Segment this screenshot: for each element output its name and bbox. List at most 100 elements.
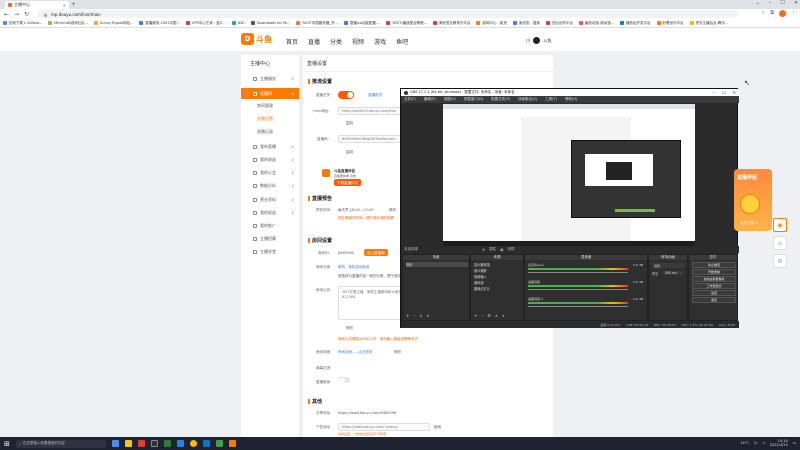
- companion-promo-banner[interactable]: 直播伴侣 点击下载 >: [734, 169, 772, 231]
- source-item[interactable]: 媒体源: [474, 280, 484, 285]
- promo-float-button[interactable]: 点击下载 >: [740, 221, 758, 226]
- sidebar-item[interactable]: 主播学堂: [241, 246, 299, 257]
- remove-icon[interactable]: –: [481, 313, 483, 318]
- reload-icon[interactable]: ↻: [24, 11, 29, 18]
- nav-home[interactable]: 首页: [286, 37, 298, 46]
- taskbar-search[interactable]: ⌕ 在这里输入你要搜索的内容: [15, 439, 106, 448]
- obs-menu-item[interactable]: 视图(V): [444, 97, 456, 102]
- back-icon[interactable]: ←: [4, 11, 9, 18]
- sidebar-subitem[interactable]: 房间管理: [257, 103, 273, 109]
- properties-button[interactable]: 属性: [489, 247, 496, 252]
- wechat-icon[interactable]: [215, 440, 223, 447]
- nav-fishbar[interactable]: 鱼吧: [396, 37, 408, 46]
- bookmark-item[interactable]: 面试答 - 搜索: [512, 21, 540, 26]
- obs-titlebar[interactable]: OBS 27.2.4 (64-bit, windows) - 配置文件: 未命名…: [401, 89, 739, 96]
- sidebar-item[interactable]: 我的公会 ∨: [241, 167, 299, 178]
- task-view-icon[interactable]: [111, 440, 119, 447]
- obs-taskbar-icon[interactable]: [150, 440, 158, 447]
- menu-icon[interactable]: ⋮: [791, 10, 796, 17]
- app-icon-green[interactable]: [163, 440, 171, 447]
- bookmark-item[interactable]: 西瓜创作平台: [545, 21, 573, 26]
- move-down-icon[interactable]: ∨: [426, 313, 429, 318]
- obs-minimize-icon[interactable]: –: [713, 90, 715, 95]
- rtmp-field[interactable]: rtmp://sendfc3.douyu.com/live: [338, 107, 408, 115]
- obs-menu-item[interactable]: 文件(F): [404, 97, 416, 102]
- maximize-icon[interactable]: ☐: [780, 0, 784, 6]
- move-up-icon[interactable]: ∧: [495, 313, 498, 318]
- live-float-icon[interactable]: ◉: [773, 218, 787, 232]
- obs-maximize-icon[interactable]: ☐: [722, 90, 726, 95]
- duration-input[interactable]: 300 ms: [663, 271, 683, 275]
- room-category-value[interactable]: 单机 · 单机游戏新游: [338, 265, 369, 270]
- network-icon[interactable]: ⌬: [754, 441, 757, 445]
- bookmark-item[interactable]: 影响中心 - 影资: [476, 21, 507, 26]
- obs-menu-item[interactable]: 停靠窗口(D): [464, 97, 483, 102]
- bookmark-item[interactable]: CPR中心艺术 - 盒C...: [185, 21, 226, 26]
- history-icon[interactable]: ◷: [526, 38, 530, 44]
- source-item[interactable]: 音频输入: [474, 274, 487, 279]
- obs-menu-item[interactable]: 配置文件(P): [491, 97, 510, 102]
- notification-icon[interactable]: ▭: [793, 441, 796, 445]
- enter-room-button[interactable]: 进入直播间: [364, 249, 388, 256]
- obs-menu-item[interactable]: 编辑(E): [424, 97, 436, 102]
- filter-icon[interactable]: ▣: [500, 248, 503, 252]
- app-icon-red[interactable]: [137, 440, 145, 447]
- add-icon[interactable]: +: [474, 313, 477, 318]
- hide-toggle[interactable]: [338, 377, 350, 384]
- new-tab-icon[interactable]: +: [71, 1, 76, 8]
- exit-button[interactable]: 退出: [692, 297, 736, 303]
- sidebar-item[interactable]: 我的推广: [241, 220, 299, 231]
- preview-edit-button[interactable]: 修改: [389, 208, 396, 213]
- sidebar-item[interactable]: 直播间 ∧: [241, 88, 299, 99]
- sidebar-item[interactable]: 营业资料 ∨: [241, 194, 299, 205]
- copy-code-button[interactable]: 复制: [346, 150, 353, 155]
- live-switch-link[interactable]: 直播推流: [368, 93, 382, 98]
- sidebar-item[interactable]: 我的直播 ∨: [241, 141, 299, 152]
- username[interactable]: 斗鱼: [543, 38, 551, 44]
- volume-icon[interactable]: ◁: [762, 441, 765, 445]
- filters-button[interactable]: 滤镜: [507, 247, 514, 252]
- nav-video[interactable]: 视频: [352, 37, 364, 46]
- settings-float-icon[interactable]: ⚙: [773, 254, 787, 268]
- obs-close-icon[interactable]: ✕: [733, 90, 736, 95]
- download-companion-button[interactable]: 下载直播伴侣: [334, 179, 361, 186]
- bookmark-item[interactable]: RUST中国服务器_开...: [296, 21, 338, 26]
- source-item[interactable]: 显示器采集: [474, 262, 490, 267]
- close-window-icon[interactable]: ✕: [794, 0, 798, 6]
- mixer-volume-slider[interactable]: [528, 289, 628, 290]
- bookmark-item[interactable]: 好看创作平台: [656, 21, 684, 26]
- sidebar-item[interactable]: 数据分析 ∨: [241, 180, 299, 191]
- source-item[interactable]: 窗口捕获: [474, 268, 487, 273]
- obs-menu-item[interactable]: 帮助(H): [565, 97, 577, 102]
- source-item[interactable]: 图像幻灯片: [474, 286, 490, 291]
- forward-icon[interactable]: →: [14, 11, 19, 18]
- copy-rtmp-button[interactable]: 复制: [346, 121, 353, 126]
- file-explorer-icon[interactable]: [124, 440, 132, 447]
- sidebar-item[interactable]: 主播服务 ∨: [241, 73, 299, 84]
- clock[interactable]: 14:14 2022/4/29: [770, 439, 788, 447]
- sidebar-item[interactable]: 我的收益 ∨: [241, 154, 299, 165]
- bookmark-item[interactable]: 直播jsa功能配置-...: [343, 21, 380, 26]
- app-icon-blue[interactable]: [176, 440, 184, 447]
- bookmark-item[interactable]: 直播服务-1003中国...: [139, 21, 180, 26]
- nav-live[interactable]: 直播: [308, 37, 320, 46]
- sidebar-item[interactable]: 主播招募: [241, 233, 299, 244]
- gear-icon[interactable]: ⚙: [482, 248, 485, 252]
- obs-window[interactable]: OBS 27.2.4 (64-bit, windows) - 配置文件: 未命名…: [400, 88, 739, 328]
- add-icon[interactable]: +: [406, 313, 409, 318]
- mixer-volume-slider[interactable]: [528, 306, 628, 307]
- custom-url-field[interactable]: https://www.douyu.com/ /wdsuy: [338, 423, 430, 431]
- stream-code-field[interactable]: 6465096rrVBsqD5fTwe5ennet...: [338, 135, 408, 143]
- bookmark-item[interactable]: 如何下载 L Safosa...: [3, 21, 42, 26]
- studio-mode-button[interactable]: 工作室模式: [692, 283, 736, 289]
- virtual-camera-button[interactable]: 启动虚拟摄像机: [692, 276, 736, 282]
- transition-select[interactable]: 淡出: [652, 263, 684, 268]
- mixer-volume-slider[interactable]: [528, 272, 628, 273]
- remove-icon[interactable]: –: [413, 313, 415, 318]
- profile-avatar[interactable]: [779, 10, 786, 17]
- obs-menu-item[interactable]: 工具(T): [545, 97, 557, 102]
- gear-icon[interactable]: ⚙: [487, 313, 491, 318]
- bookmark-item[interactable]: 播放后开发平台: [620, 21, 651, 26]
- move-up-icon[interactable]: ∧: [419, 313, 422, 318]
- extensions-icon[interactable]: ⧉: [770, 10, 774, 17]
